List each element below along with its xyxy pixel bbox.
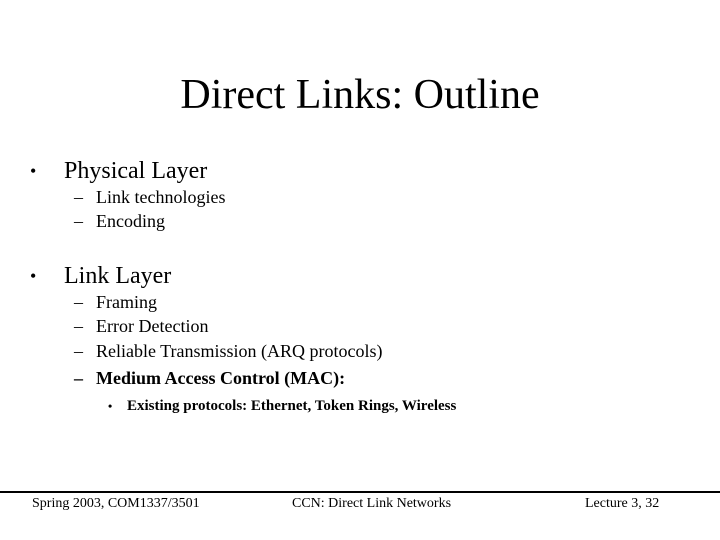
slide: Direct Links: Outline • Physical Layer –… [0, 0, 720, 540]
subitem-label: Error Detection [96, 316, 209, 336]
bullet-icon: • [108, 399, 113, 413]
subitem-label: Reliable Transmission (ARQ protocols) [96, 341, 383, 361]
subitem-label: Framing [96, 292, 157, 312]
dash-icon: – [74, 187, 83, 207]
subsubitem-label: Existing protocols: Ethernet, Token Ring… [127, 398, 457, 414]
subitem-label: Medium Access Control (MAC): [96, 368, 346, 388]
outline-item-label: Link Layer [64, 263, 172, 289]
bullet-icon: • [30, 266, 37, 286]
dash-icon: – [74, 292, 83, 312]
dash-icon: – [74, 368, 83, 388]
footer-divider [0, 491, 720, 493]
dash-icon: – [74, 341, 83, 361]
footer-topic: CCN: Direct Link Networks [292, 496, 452, 511]
outline-item-label: Physical Layer [64, 158, 208, 184]
subitem-label: Link technologies [96, 187, 226, 207]
bullet-icon: • [30, 161, 37, 181]
slide-title: Direct Links: Outline [180, 72, 540, 118]
footer-slide-number: Lecture 3, 32 [585, 496, 660, 511]
dash-icon: – [74, 316, 83, 336]
footer-course: Spring 2003, COM1337/3501 [32, 496, 200, 511]
dash-icon: – [74, 211, 83, 231]
subitem-label: Encoding [96, 211, 165, 231]
